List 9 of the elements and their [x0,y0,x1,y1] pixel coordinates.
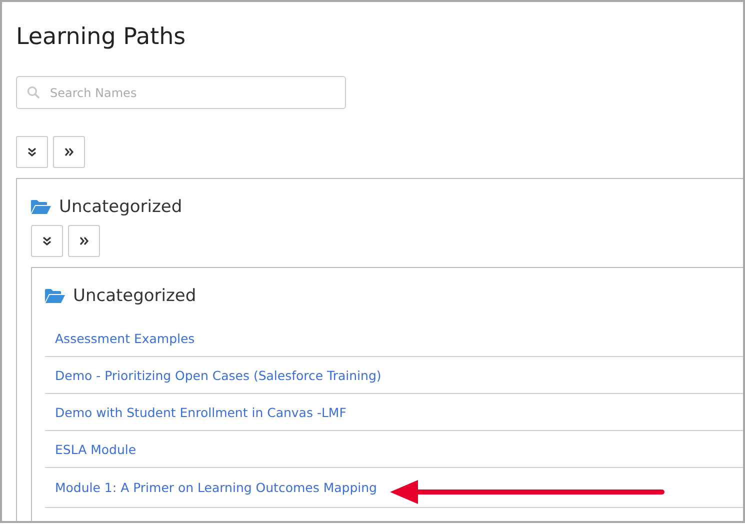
category-name[interactable]: Uncategorized [59,197,182,217]
learning-path-link[interactable]: ESLA Module [55,442,136,456]
learning-path-link[interactable]: Demo with Student Enrollment in Canvas -LMF [55,404,346,420]
page-title: Learning Paths [16,23,187,52]
subcategory-name[interactable]: Uncategorized [73,286,196,306]
learning-path-link[interactable]: Assessment Examples [55,330,195,346]
learning-path-link[interactable]: Demo - Prioritizing Open Cases (Salesforce Training) [55,368,382,382]
search-field[interactable]: Search Names [16,76,346,109]
learning-path-link[interactable]: Module 1: A Primer on Learning Outcomes Mapping [55,480,377,495]
